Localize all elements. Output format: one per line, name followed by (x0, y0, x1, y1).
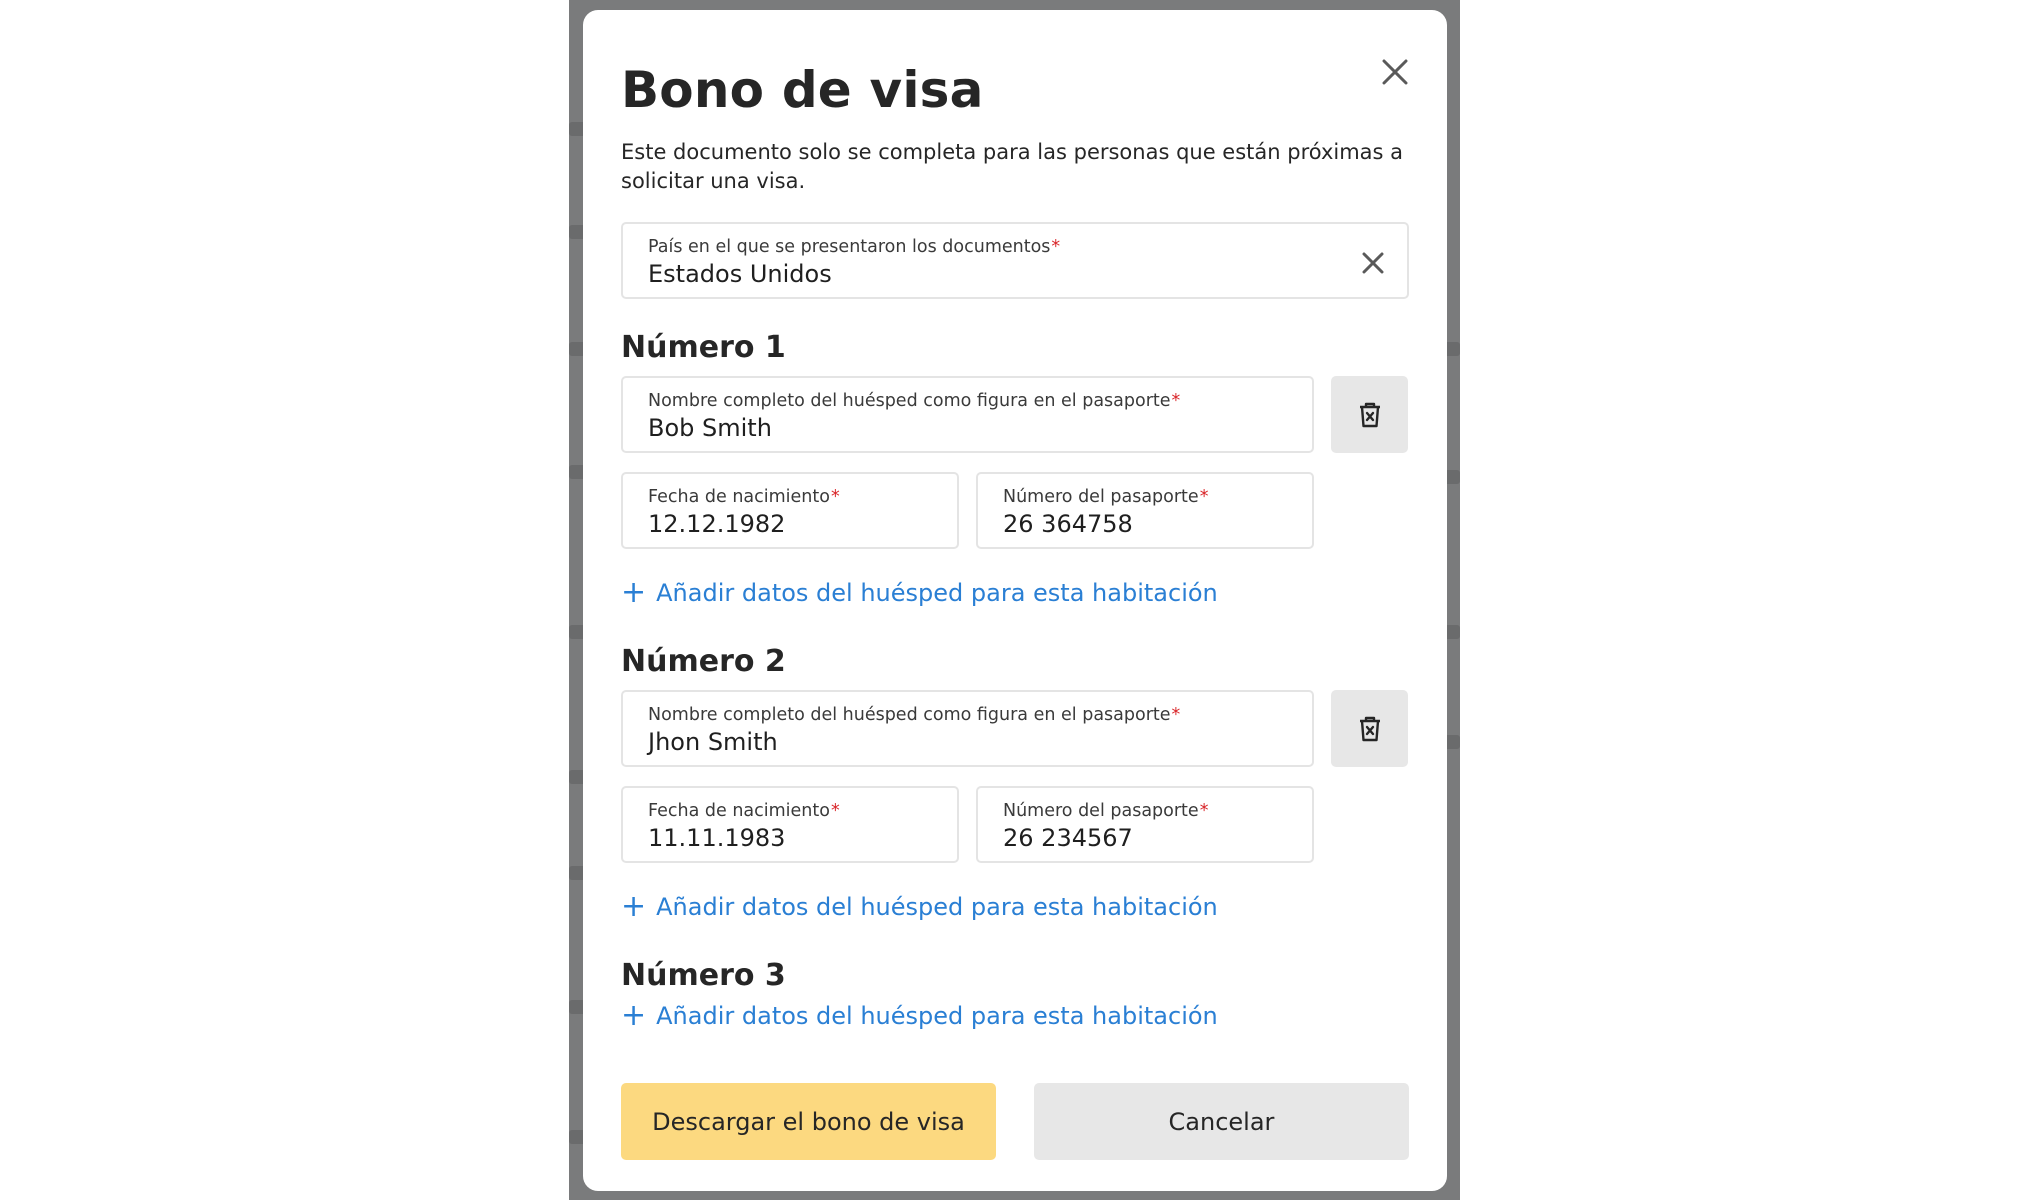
guest-name-label: Nombre completo del huésped como figura … (648, 705, 1181, 725)
country-field-label: País en el que se presentaron los docume… (648, 237, 1061, 257)
close-icon (1382, 59, 1408, 85)
birth-date-value: 12.12.1982 (648, 510, 786, 538)
add-guest-label: Añadir datos del huésped para esta habit… (656, 1002, 1218, 1030)
guest-name-field[interactable]: Nombre completo del huésped como figura … (621, 690, 1314, 767)
close-button[interactable] (1373, 50, 1417, 94)
birth-date-field[interactable]: Fecha de nacimiento* 12.12.1982 (621, 472, 959, 549)
birth-date-field[interactable]: Fecha de nacimiento* 11.11.1983 (621, 786, 959, 863)
passport-number-label: Número del pasaporte* (1003, 487, 1209, 507)
guest-name-value: Bob Smith (648, 414, 772, 442)
clear-country-button[interactable] (1359, 249, 1387, 277)
add-guest-link[interactable]: + Añadir datos del huésped para esta hab… (621, 892, 1218, 922)
passport-number-value: 26 364758 (1003, 510, 1133, 538)
download-voucher-button[interactable]: Descargar el bono de visa (621, 1083, 996, 1160)
visa-voucher-dialog: Bono de visa Este documento solo se comp… (583, 10, 1447, 1191)
guest-name-value: Jhon Smith (648, 728, 778, 756)
trash-icon (1359, 402, 1380, 427)
birth-date-label: Fecha de nacimiento* (648, 801, 840, 821)
dialog-title: Bono de visa (621, 61, 984, 119)
guest-name-label: Nombre completo del huésped como figura … (648, 391, 1181, 411)
trash-icon (1359, 716, 1380, 741)
plus-icon: + (621, 889, 647, 924)
clear-icon (1362, 252, 1384, 274)
room-1-title: Número 1 (621, 330, 786, 365)
birth-date-label: Fecha de nacimiento* (648, 487, 840, 507)
delete-guest-button[interactable] (1331, 376, 1408, 453)
delete-guest-button[interactable] (1331, 690, 1408, 767)
country-field-value: Estados Unidos (648, 260, 832, 288)
room-2-title: Número 2 (621, 644, 786, 679)
passport-number-field[interactable]: Número del pasaporte* 26 364758 (976, 472, 1314, 549)
add-guest-link[interactable]: + Añadir datos del huésped para esta hab… (621, 578, 1218, 608)
add-guest-label: Añadir datos del huésped para esta habit… (656, 579, 1218, 607)
passport-number-value: 26 234567 (1003, 824, 1133, 852)
passport-number-field[interactable]: Número del pasaporte* 26 234567 (976, 786, 1314, 863)
add-guest-link[interactable]: + Añadir datos del huésped para esta hab… (621, 1001, 1218, 1031)
country-field[interactable]: País en el que se presentaron los docume… (621, 222, 1409, 299)
passport-number-label: Número del pasaporte* (1003, 801, 1209, 821)
cancel-button[interactable]: Cancelar (1034, 1083, 1409, 1160)
plus-icon: + (621, 998, 647, 1033)
add-guest-label: Añadir datos del huésped para esta habit… (656, 893, 1218, 921)
guest-name-field[interactable]: Nombre completo del huésped como figura … (621, 376, 1314, 453)
plus-icon: + (621, 575, 647, 610)
birth-date-value: 11.11.1983 (648, 824, 786, 852)
dialog-description: Este documento solo se completa para las… (621, 140, 1404, 193)
room-3-title: Número 3 (621, 958, 786, 993)
